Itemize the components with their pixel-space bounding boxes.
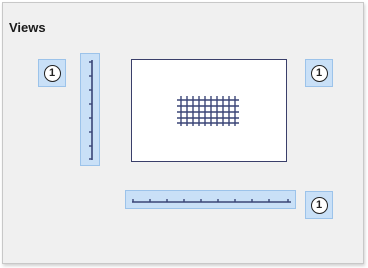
views-screen: Views 1 1 1 <box>0 0 368 268</box>
numbered-circle-icon: 1 <box>310 196 328 214</box>
page-view-badge[interactable]: 1 <box>305 59 333 87</box>
bottom-ruler-view-badge[interactable]: 1 <box>305 191 333 219</box>
numbered-circle-icon: 1 <box>310 64 328 82</box>
vertical-ruler-icon <box>89 60 93 160</box>
page-view[interactable] <box>131 59 287 162</box>
vertical-ruler-view[interactable] <box>80 53 100 166</box>
numbered-circle-icon: 1 <box>43 64 61 82</box>
panel-title: Views <box>9 20 46 35</box>
horizontal-ruler-view[interactable] <box>125 190 296 209</box>
grid-icon <box>177 96 239 126</box>
horizontal-ruler-icon <box>132 199 291 203</box>
left-ruler-view-badge[interactable]: 1 <box>38 59 66 87</box>
